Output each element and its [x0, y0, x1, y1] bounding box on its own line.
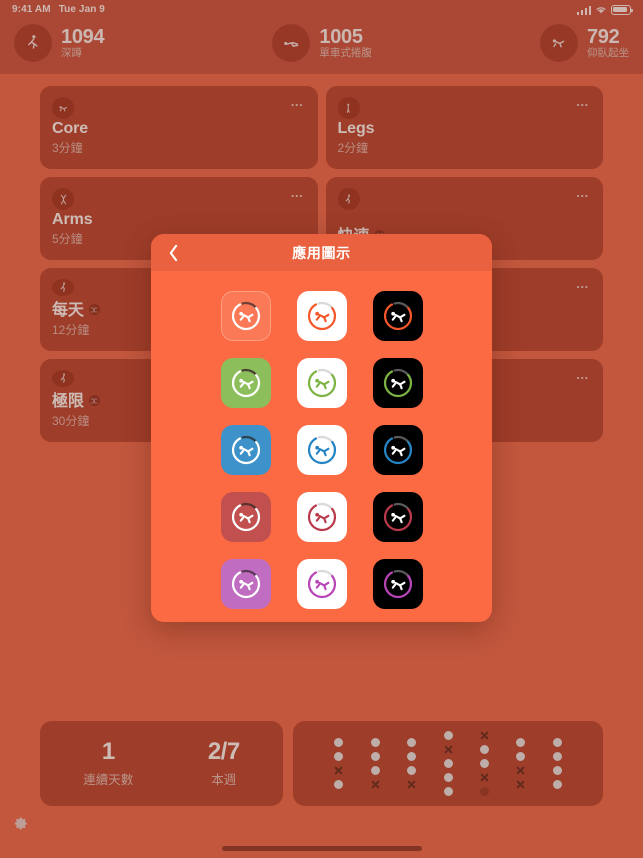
app-icon-option-0-dark[interactable]: [372, 291, 423, 341]
app-icon-option-4-light[interactable]: [296, 559, 347, 609]
activity-ring-situp-icon: [383, 435, 412, 465]
back-button[interactable]: [164, 244, 182, 262]
app-icon-grid: [151, 271, 492, 609]
app-icon-row: [220, 492, 423, 542]
app-icon-option-2-light[interactable]: [296, 425, 347, 475]
activity-ring-situp-icon: [383, 301, 412, 331]
activity-ring-situp-icon: [231, 368, 260, 398]
app-icon-option-4-dark[interactable]: [372, 559, 423, 609]
app-icon-option-4-tinted[interactable]: [220, 559, 271, 609]
sheet-header: 應用圖示: [151, 234, 492, 271]
activity-ring-situp-icon: [307, 301, 336, 331]
activity-ring-situp-icon: [307, 502, 336, 532]
app-icon-row: [220, 425, 423, 475]
app-icon-option-1-dark[interactable]: [372, 358, 423, 408]
app-icon-option-3-dark[interactable]: [372, 492, 423, 542]
activity-ring-situp-icon: [307, 569, 336, 599]
activity-ring-situp-icon: [231, 301, 260, 331]
chevron-left-icon: [169, 244, 177, 261]
activity-ring-situp-icon: [307, 435, 336, 465]
app-icon-option-3-tinted[interactable]: [220, 492, 271, 542]
app-icon-option-1-tinted[interactable]: [220, 358, 271, 408]
app-icon-row: [220, 559, 423, 609]
activity-ring-situp-icon: [307, 368, 336, 398]
app-icon-picker-sheet: 應用圖示: [151, 234, 492, 622]
activity-ring-situp-icon: [383, 502, 412, 532]
activity-ring-situp-icon: [383, 368, 412, 398]
activity-ring-situp-icon: [231, 569, 260, 599]
activity-ring-situp-icon: [231, 435, 260, 465]
app-icon-option-3-light[interactable]: [296, 492, 347, 542]
activity-ring-situp-icon: [231, 502, 260, 532]
app-icon-option-2-dark[interactable]: [372, 425, 423, 475]
app-icon-row: [220, 291, 423, 341]
app-icon-option-0-light[interactable]: [296, 291, 347, 341]
activity-ring-situp-icon: [383, 569, 412, 599]
app-icon-option-1-light[interactable]: [296, 358, 347, 408]
sheet-title: 應用圖示: [292, 244, 351, 261]
app-icon-row: [220, 358, 423, 408]
app-icon-option-0-tinted[interactable]: [220, 291, 271, 341]
app-icon-option-2-tinted[interactable]: [220, 425, 271, 475]
